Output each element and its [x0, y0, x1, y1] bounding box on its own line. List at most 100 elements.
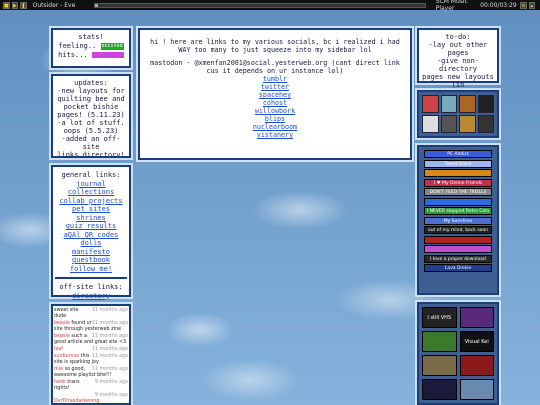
chat-time: 11 months ago: [91, 347, 128, 352]
site-button[interactable]: out of my mind, back soon: [424, 226, 492, 234]
general-link-row: shrines: [55, 214, 127, 223]
social-link-row: spacehey: [143, 91, 407, 99]
site-button[interactable]: I ♥ My Online Friends: [424, 178, 492, 187]
social-links-list: tumblr twitter spacehey cohost willowbork bli…: [143, 75, 407, 139]
pixel-icon: [440, 95, 457, 113]
updates-panel[interactable]: updates: -new layouts for quilting bee an…: [51, 74, 131, 158]
update-line: oops (5.5.23): [63, 127, 119, 135]
updates-title: updates:: [74, 79, 108, 87]
site-button[interactable]: [424, 169, 492, 177]
chat-time: 9 months ago: [94, 380, 128, 385]
hits-label: hits...: [58, 51, 88, 59]
pixel-icon: [477, 95, 494, 113]
pause-icon[interactable]: ❚: [20, 1, 27, 9]
hits-row: hits...: [56, 51, 126, 60]
general-link[interactable]: quiz results: [66, 222, 117, 230]
main-content-panel: hi ! here are links to my various social…: [138, 28, 412, 160]
feeling-row: feeling.. excited: [56, 42, 126, 51]
update-line: -a lot of stuff.: [57, 119, 125, 127]
chat-time: 11 months ago: [91, 308, 128, 313]
directory-link[interactable]: directory: [72, 292, 110, 300]
stamps-panel: I still VHS Visual Kei: [417, 302, 499, 405]
general-link[interactable]: shrines: [76, 214, 106, 222]
site-button[interactable]: DON'T FEED THE TROLLS: [424, 188, 492, 196]
site-button[interactable]: [424, 245, 492, 253]
stamp-image: I still VHS: [422, 307, 457, 328]
todo-line: pages new layouts (in: [422, 73, 494, 89]
site-button[interactable]: Lava Dinkie: [424, 264, 492, 272]
chat-author: rkie: [54, 367, 64, 372]
todo-list: -lay out other pages -give non-directory p…: [421, 41, 495, 97]
site-button[interactable]: [424, 197, 492, 206]
hit-counter: [91, 52, 124, 58]
stamp-image: [422, 379, 457, 400]
general-link-row: dolls: [55, 239, 127, 248]
social-link[interactable]: blips: [265, 115, 285, 123]
play-icon[interactable]: ▶: [11, 1, 19, 9]
chat-message: 9 months ago OvrDrivedarkening: [54, 393, 128, 403]
general-link[interactable]: aQAl QR codes: [64, 231, 119, 239]
social-link[interactable]: nuclearboom: [253, 123, 297, 131]
general-link-row: quiz results: [55, 222, 127, 231]
general-link-row: collab projects: [55, 197, 127, 206]
site-button[interactable]: Tweet Stash: [424, 159, 492, 168]
update-line: -added an off-site: [61, 135, 121, 151]
social-link[interactable]: twitter: [261, 83, 289, 91]
social-link-row: twitter: [143, 83, 407, 91]
update-line: quilting bee and: [57, 95, 125, 103]
menu-icon[interactable]: ≡: [520, 1, 527, 9]
social-link[interactable]: tumblr: [263, 75, 287, 83]
general-link[interactable]: manifesto: [72, 248, 110, 256]
social-link[interactable]: cohost: [263, 99, 287, 107]
stop-icon[interactable]: ■: [3, 1, 10, 9]
chat-message: 11 months ago rkie so good, awesome playl…: [54, 367, 128, 379]
social-link[interactable]: willowbork: [255, 107, 295, 115]
social-link[interactable]: vistanery: [257, 131, 293, 139]
pixel-icon: [477, 115, 494, 133]
social-link-row: willowbork: [143, 107, 407, 115]
chat-message: 11 months ago leaf: [54, 347, 128, 353]
general-link-row: pet sites: [55, 205, 127, 214]
stamp-image: [459, 355, 494, 376]
general-links-list: journal collections collab projects pet sit…: [55, 180, 127, 274]
chat-author: sunburnse: [54, 354, 80, 359]
updates-list: -new layouts for quilting bee and pocket b…: [55, 87, 127, 156]
general-link[interactable]: collections: [68, 188, 114, 196]
pixel-icon: [459, 95, 476, 113]
expand-icon[interactable]: ▴: [528, 1, 535, 9]
site-button[interactable]: [424, 235, 492, 244]
stats-panel: stats! feeling.. excited hits...: [51, 28, 131, 68]
todo-line: -give non-directory: [436, 57, 480, 73]
social-link-row: vistanery: [143, 131, 407, 139]
update-line: pocket bishie: [63, 103, 119, 111]
buttons-panel: PC Addict Tweet Stash I ♥ My Online Friend…: [417, 145, 499, 295]
social-link[interactable]: spacehey: [259, 91, 291, 99]
site-button[interactable]: PC Addict: [424, 150, 492, 158]
feeling-badge: excited: [100, 42, 124, 50]
general-link[interactable]: journal: [76, 180, 106, 188]
social-link-row: tumblr: [143, 75, 407, 83]
progress-track[interactable]: [93, 2, 426, 8]
site-button[interactable]: I love a proper download: [424, 254, 492, 263]
player-time: 00:00/03:29: [480, 1, 517, 9]
icon-grid-panel: [417, 90, 499, 138]
site-button[interactable]: My Sunshine: [424, 216, 492, 225]
offsite-links-title: off-site links:: [59, 283, 123, 291]
stamp-image: [422, 355, 457, 376]
general-link[interactable]: pet sites: [72, 205, 110, 213]
general-link[interactable]: collab projects: [59, 197, 122, 205]
stamp-image: [459, 379, 494, 400]
general-link[interactable]: dolls: [80, 239, 101, 247]
general-link[interactable]: guestbook: [72, 256, 110, 264]
stamp-image: [422, 331, 457, 352]
divider: [55, 277, 127, 279]
stamp-image: [459, 307, 494, 328]
now-playing-title: Outsider - Eve: [32, 1, 76, 9]
site-button[interactable]: I NEVER stopped Retro Cola: [424, 207, 492, 215]
stats-title: stats!: [78, 33, 104, 41]
general-link[interactable]: follow me!: [70, 265, 112, 273]
mastodon-text: mastodon - @xmenfan2001@social.yesterweb…: [150, 59, 400, 75]
chat-message: 11 months ago sunburnse this site is spar…: [54, 354, 128, 366]
stamp-image: Visual Kei: [459, 331, 494, 352]
chat-message: 11 months ago bepsle found ur site throug…: [54, 321, 128, 333]
